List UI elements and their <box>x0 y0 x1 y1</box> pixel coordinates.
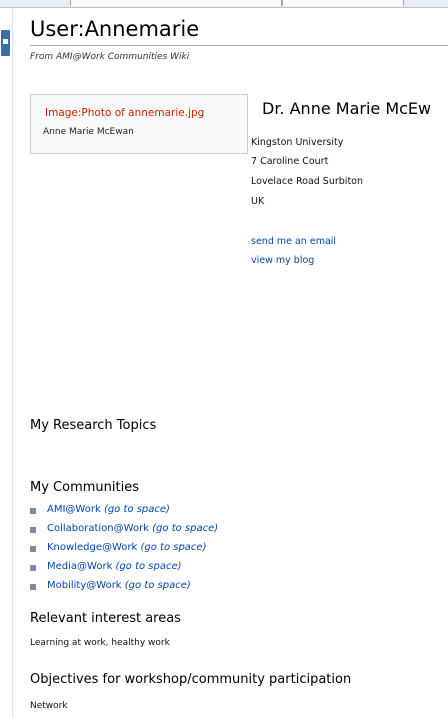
left-panel-edge <box>0 8 13 718</box>
address-line: UK <box>251 196 265 207</box>
square-bullet-icon <box>30 527 36 533</box>
square-bullet-icon <box>30 508 36 514</box>
community-link[interactable]: Media@Work <box>47 561 112 572</box>
communities-list: AMI@Work (go to space) Collaboration@Wor… <box>30 504 218 599</box>
browser-tab[interactable] <box>70 0 282 6</box>
go-to-space-link[interactable]: (go to space) <box>116 561 182 572</box>
window-marker-icon <box>1 30 10 56</box>
person-name: Dr. Anne Marie McEw <box>262 99 432 118</box>
square-bullet-icon <box>30 565 36 571</box>
objectives-text: Network <box>30 701 68 711</box>
title-divider <box>30 45 448 46</box>
page-title: User:Annemarie <box>30 17 200 41</box>
image-thumbnail-box: Image:Photo of annemarie.jpg Anne Marie … <box>30 94 248 154</box>
browser-tab[interactable] <box>282 0 404 6</box>
view-blog-link[interactable]: view my blog <box>251 255 314 266</box>
list-item: Knowledge@Work (go to space) <box>30 542 218 561</box>
address-line: 7 Caroline Court <box>251 156 329 167</box>
page-content: User:Annemarie From AMI@Work Communities… <box>30 12 448 718</box>
list-item: Media@Work (go to space) <box>30 561 218 580</box>
community-link[interactable]: Mobility@Work <box>47 580 122 591</box>
image-caption: Anne Marie McEwan <box>43 127 134 137</box>
go-to-space-link[interactable]: (go to space) <box>125 580 191 591</box>
go-to-space-link[interactable]: (go to space) <box>104 504 170 515</box>
square-bullet-icon <box>30 546 36 552</box>
broken-image-link[interactable]: Image:Photo of annemarie.jpg <box>45 107 204 119</box>
list-item: Mobility@Work (go to space) <box>30 580 218 599</box>
section-heading-communities: My Communities <box>30 480 139 495</box>
interest-areas-text: Learning at work, healthy work <box>30 638 170 648</box>
section-heading-research-topics: My Research Topics <box>30 418 157 433</box>
section-heading-interest-areas: Relevant interest areas <box>30 611 181 626</box>
community-link[interactable]: AMI@Work <box>47 504 101 515</box>
go-to-space-link[interactable]: (go to space) <box>140 542 206 553</box>
community-link[interactable]: Knowledge@Work <box>47 542 137 553</box>
section-heading-objectives: Objectives for workshop/community partic… <box>30 672 352 687</box>
send-email-link[interactable]: send me an email <box>251 236 336 247</box>
browser-tab-strip <box>0 0 448 8</box>
community-link[interactable]: Collaboration@Work <box>47 523 149 534</box>
list-item: Collaboration@Work (go to space) <box>30 523 218 542</box>
list-item: AMI@Work (go to space) <box>30 504 218 523</box>
address-line: Lovelace Road Surbiton <box>251 176 363 187</box>
address-line: Kingston University <box>251 137 344 148</box>
go-to-space-link[interactable]: (go to space) <box>152 523 218 534</box>
square-bullet-icon <box>30 584 36 590</box>
site-subtitle: From AMI@Work Communities Wiki <box>30 52 190 62</box>
